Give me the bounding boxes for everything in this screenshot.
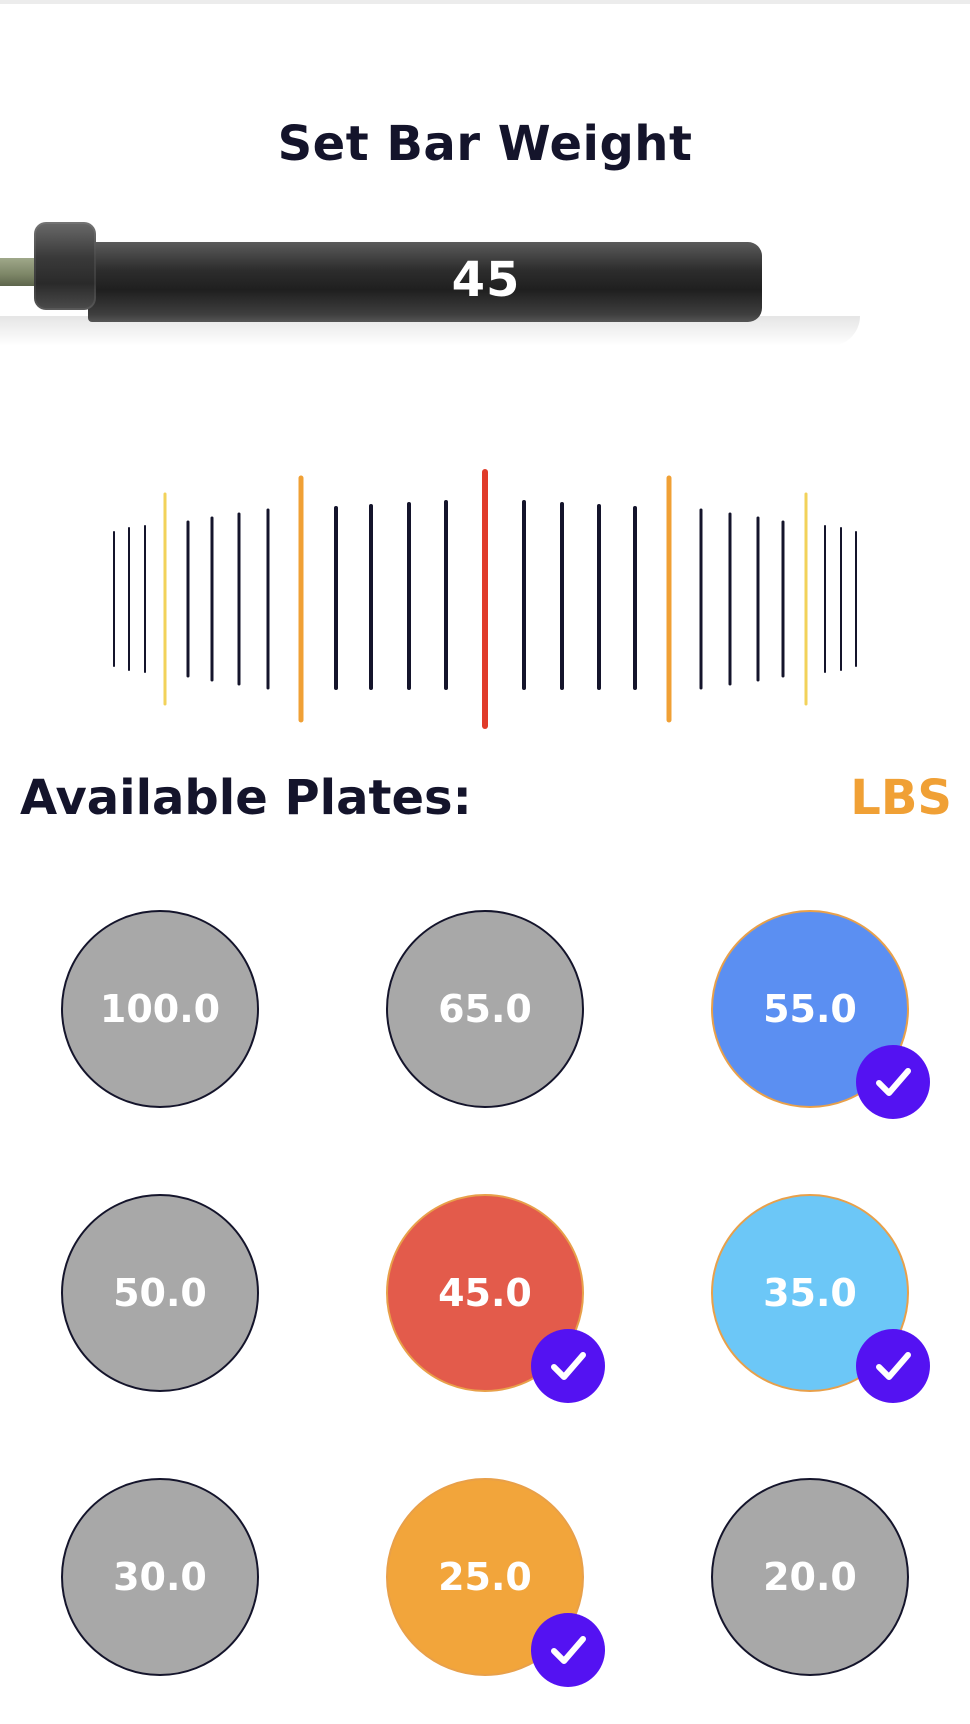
checkmark-icon [856, 1045, 930, 1119]
weight-ruler-slider[interactable] [0, 460, 970, 740]
checkmark-icon [531, 1613, 605, 1687]
plate-65-0-button[interactable]: 65.0 [386, 910, 584, 1108]
plate-20-0-button[interactable]: 20.0 [711, 1478, 909, 1676]
plate-30-0-button[interactable]: 30.0 [61, 1478, 259, 1676]
unit-toggle[interactable]: LBS [850, 770, 952, 826]
plate-weight-label: 100.0 [99, 987, 221, 1031]
plate-weight-label: 55.0 [763, 987, 857, 1031]
bar-weight-value: 45 [451, 252, 521, 308]
plate-weight-label: 65.0 [438, 987, 532, 1031]
checkmark-icon [856, 1329, 930, 1403]
plate-100-0-button[interactable]: 100.0 [61, 910, 259, 1108]
plate-weight-label: 50.0 [113, 1271, 207, 1315]
plate-weight-label: 25.0 [438, 1555, 532, 1599]
available-plates-label: Available Plates: [20, 770, 472, 826]
page-title: Set Bar Weight [277, 116, 693, 172]
plate-50-0-button[interactable]: 50.0 [61, 1194, 259, 1392]
plate-weight-label: 30.0 [113, 1555, 207, 1599]
checkmark-icon [531, 1329, 605, 1403]
plate-weight-label: 35.0 [763, 1271, 857, 1315]
plate-weight-label: 20.0 [763, 1555, 857, 1599]
barbell-collar [34, 222, 96, 310]
plate-weight-label: 45.0 [438, 1271, 532, 1315]
top-divider [0, 0, 970, 4]
